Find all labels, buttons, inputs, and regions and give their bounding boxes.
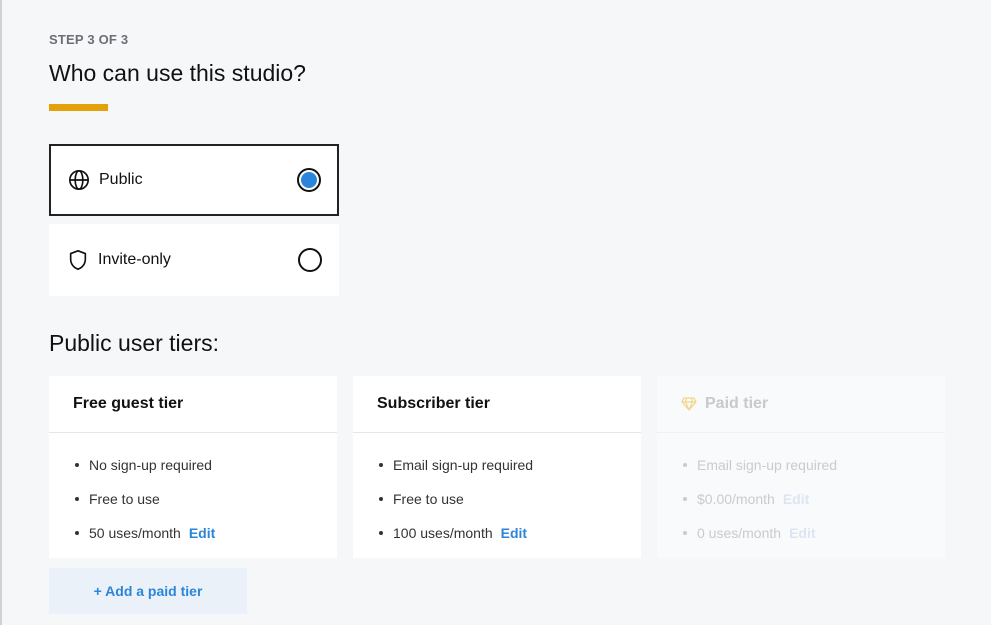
tier-card-paid-disabled: Paid tier Email sign-up required $0.00/m… bbox=[657, 376, 945, 558]
tier-feature: $0.00/month Edit bbox=[681, 482, 945, 516]
edit-price-link: Edit bbox=[782, 491, 810, 507]
page-title: Who can use this studio? bbox=[49, 60, 306, 86]
diamond-icon bbox=[681, 397, 697, 411]
edit-uses-link[interactable]: Edit bbox=[189, 525, 215, 541]
tier-title: Free guest tier bbox=[49, 376, 337, 433]
globe-icon bbox=[67, 168, 91, 192]
left-divider bbox=[0, 0, 2, 625]
edit-uses-link[interactable]: Edit bbox=[501, 525, 527, 541]
tier-feature-list: Email sign-up required $0.00/month Edit 0… bbox=[657, 433, 945, 550]
tier-feature-list: No sign-up required Free to use 50 uses/… bbox=[49, 433, 337, 550]
option-public-label: Public bbox=[99, 171, 143, 188]
tier-title: Paid tier bbox=[705, 395, 769, 412]
tier-feature: 100 uses/month Edit bbox=[377, 516, 641, 550]
step-indicator: STEP 3 OF 3 bbox=[49, 32, 129, 47]
tier-feature-list: Email sign-up required Free to use 100 u… bbox=[353, 433, 641, 550]
radio-selected-dot bbox=[301, 172, 317, 188]
shield-icon bbox=[66, 248, 90, 272]
tier-card-subscriber: Subscriber tier Email sign-up required F… bbox=[353, 376, 641, 558]
radio-invite-only[interactable] bbox=[298, 248, 322, 272]
tier-feature: 50 uses/month Edit bbox=[73, 516, 337, 550]
tiers-section-title: Public user tiers: bbox=[49, 330, 220, 356]
tier-feature: Email sign-up required bbox=[377, 448, 641, 482]
tier-feature: 0 uses/month Edit bbox=[681, 516, 945, 550]
tier-card-free-guest: Free guest tier No sign-up required Free… bbox=[49, 376, 337, 558]
option-invite-only-label: Invite-only bbox=[98, 251, 171, 268]
radio-public[interactable] bbox=[297, 168, 321, 192]
add-paid-tier-button[interactable]: + Add a paid tier bbox=[49, 568, 247, 614]
tier-title: Subscriber tier bbox=[353, 376, 641, 433]
title-accent-bar bbox=[49, 104, 108, 111]
tier-feature: Email sign-up required bbox=[681, 448, 945, 482]
tier-feature: Free to use bbox=[377, 482, 641, 516]
tier-feature: Free to use bbox=[73, 482, 337, 516]
option-public[interactable]: Public bbox=[49, 144, 339, 216]
tier-header: Paid tier bbox=[657, 376, 945, 433]
option-invite-only[interactable]: Invite-only bbox=[49, 224, 339, 296]
edit-uses-link: Edit bbox=[789, 525, 816, 541]
tier-feature: No sign-up required bbox=[73, 448, 337, 482]
